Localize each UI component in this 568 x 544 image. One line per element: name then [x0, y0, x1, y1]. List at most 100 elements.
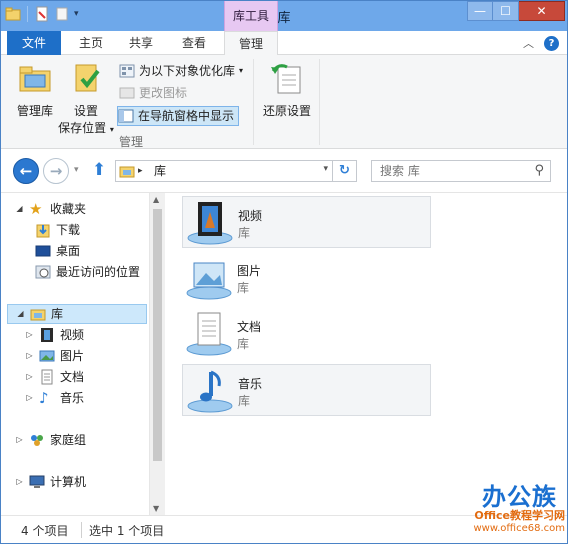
address-bar[interactable]: ▸ 库 ▾ ↻ [115, 160, 357, 182]
expand-arrow-icon[interactable]: ▷ [25, 367, 34, 387]
search-icon[interactable]: ⚲ [534, 163, 544, 178]
video-icon [41, 328, 53, 342]
search-input[interactable] [372, 161, 522, 181]
tab-home[interactable]: 主页 [69, 31, 113, 55]
show-in-nav-pane-button[interactable]: 在导航窗格中显示 [117, 106, 240, 126]
expand-arrow-icon[interactable]: ▷ [25, 346, 34, 366]
library-content: 视频 库 图片 库 文档 库 音乐 库 [166, 193, 567, 515]
nav-item-music[interactable]: ▷ ♪ 音乐 [25, 388, 84, 408]
nav-item-desktop[interactable]: 桌面 [35, 241, 80, 261]
forward-button[interactable]: → [43, 158, 69, 184]
desktop-icon [35, 245, 51, 257]
recent-locations-icon[interactable]: ▾ [74, 165, 79, 175]
change-icon-button[interactable]: 更改图标 [119, 83, 187, 103]
library-tile-documents[interactable]: 文档 库 [182, 308, 431, 360]
library-tools-context-tab[interactable]: 库工具 [224, 1, 278, 31]
scroll-down-icon[interactable]: ▼ [153, 504, 159, 513]
restore-settings-button[interactable]: 还原设置 [259, 59, 315, 119]
up-arrow-icon[interactable]: ⬆ [92, 160, 106, 180]
library-tile-music[interactable]: 音乐 库 [182, 364, 431, 416]
tab-manage[interactable]: 管理 [224, 31, 278, 56]
library-name: 视频 [238, 209, 263, 223]
nav-item-homegroup[interactable]: ▷ 家庭组 [15, 430, 86, 450]
breadcrumb-library[interactable]: 库 [154, 163, 166, 179]
expand-arrow-icon[interactable]: ▷ [25, 325, 34, 345]
save-location-icon [75, 64, 100, 92]
change-icon-icon [119, 87, 135, 99]
item-count: 4 个项目 [21, 524, 69, 538]
new-folder-icon[interactable] [54, 6, 70, 22]
collapse-ribbon-icon[interactable]: ︿ [523, 35, 534, 51]
ribbon: 管理库 设置 保存位置 ▾ 为以下对象优化库 ▾ 更改图标 在导航窗格中显示 管… [1, 55, 567, 149]
nav-item-pictures[interactable]: ▷ 图片 [25, 346, 84, 366]
documents-icon [41, 369, 53, 385]
manage-library-button[interactable]: 管理库 [11, 59, 59, 119]
watermark: 办公族 Office教程学习网 www.office68.com [463, 477, 567, 543]
selection-count: 选中 1 个项目 [89, 524, 165, 538]
library-name: 文档 [237, 320, 262, 334]
title-bar: ▾ 库工具 库 — ☐ ✕ [1, 1, 567, 31]
tab-share[interactable]: 共享 [119, 31, 163, 55]
set-save-location-button[interactable]: 设置 保存位置 ▾ [57, 59, 115, 136]
music-icon: ♪ [39, 389, 49, 407]
breadcrumb-separator-icon[interactable]: ▸ [138, 163, 143, 179]
nav-label-favorites: 收藏夹 [50, 202, 87, 216]
main-area: ◢ ★ 收藏夹 下载 桌面 最近访问的位置 ◢ 库 ▷ 视频 ▷ 图片 ▷ 文档… [1, 193, 567, 515]
expand-arrow-icon[interactable]: ▷ [15, 472, 24, 492]
refresh-button[interactable]: ↻ [332, 161, 356, 181]
expand-arrow-icon[interactable]: ▷ [25, 388, 34, 408]
star-icon: ★ [29, 200, 43, 218]
close-button[interactable]: ✕ [519, 1, 565, 21]
scroll-up-icon[interactable]: ▲ [153, 195, 159, 204]
minimize-button[interactable]: — [467, 1, 493, 21]
manage-library-label: 管理库 [16, 104, 53, 118]
nav-label-pictures: 图片 [60, 349, 85, 363]
collapse-arrow-icon[interactable]: ◢ [15, 199, 24, 219]
show-in-nav-pane-label: 在导航窗格中显示 [138, 109, 235, 123]
library-tile-pictures[interactable]: 图片 库 [182, 252, 431, 304]
folder-icon[interactable] [5, 6, 21, 22]
nav-label-documents: 文档 [60, 370, 85, 384]
properties-icon[interactable] [34, 6, 50, 22]
homegroup-icon [31, 435, 43, 446]
back-button[interactable]: ← [13, 158, 39, 184]
expand-arrow-icon[interactable]: ▷ [15, 430, 24, 450]
video-library-icon [187, 202, 233, 245]
explorer-window: ▾ 库工具 库 — ☐ ✕ 文件 主页 共享 查看 管理 ︿ ? 管理库 设置 … [0, 0, 568, 544]
nav-item-favorites[interactable]: ◢ ★ 收藏夹 [15, 199, 86, 219]
ribbon-group-separator [319, 59, 320, 145]
tab-file[interactable]: 文件 [7, 31, 61, 55]
status-divider [81, 522, 82, 538]
optimize-library-button[interactable]: 为以下对象优化库 ▾ [119, 61, 243, 81]
nav-label-homegroup: 家庭组 [50, 433, 87, 447]
library-tile-videos[interactable]: 视频 库 [182, 196, 431, 248]
customize-dropdown-icon[interactable]: ▾ [74, 9, 79, 19]
nav-item-computer[interactable]: ▷ 计算机 [15, 472, 86, 492]
library-type: 库 [237, 337, 250, 351]
documents-library-icon [186, 312, 232, 356]
collapse-arrow-icon[interactable]: ◢ [16, 304, 25, 324]
library-type: 库 [238, 226, 251, 240]
maximize-button[interactable]: ☐ [493, 1, 519, 21]
help-icon[interactable]: ? [544, 35, 559, 51]
scrollbar-thumb[interactable] [153, 209, 162, 461]
library-type: 库 [237, 281, 250, 295]
nav-item-libraries[interactable]: ◢ 库 [7, 304, 147, 324]
library-type: 库 [238, 394, 251, 408]
nav-item-documents[interactable]: ▷ 文档 [25, 367, 84, 387]
nav-label-recent: 最近访问的位置 [56, 265, 141, 279]
restore-settings-label: 还原设置 [262, 104, 311, 118]
optimize-icon [119, 64, 135, 78]
nav-item-videos[interactable]: ▷ 视频 [25, 325, 84, 345]
nav-pane-scrollbar[interactable]: ▲ ▼ [149, 193, 165, 515]
pictures-icon [39, 350, 55, 362]
nav-pane-icon [118, 109, 134, 123]
libraries-icon [30, 309, 46, 321]
group-label-manage: 管理 [119, 135, 144, 149]
tab-view[interactable]: 查看 [171, 31, 217, 55]
address-dropdown-icon[interactable]: ▾ [323, 164, 328, 174]
search-box[interactable]: ⚲ [371, 160, 551, 182]
nav-item-downloads[interactable]: 下载 [35, 220, 80, 240]
nav-item-recent-places[interactable]: 最近访问的位置 [35, 262, 140, 282]
set-save-location-label-1: 设置 [73, 104, 98, 118]
